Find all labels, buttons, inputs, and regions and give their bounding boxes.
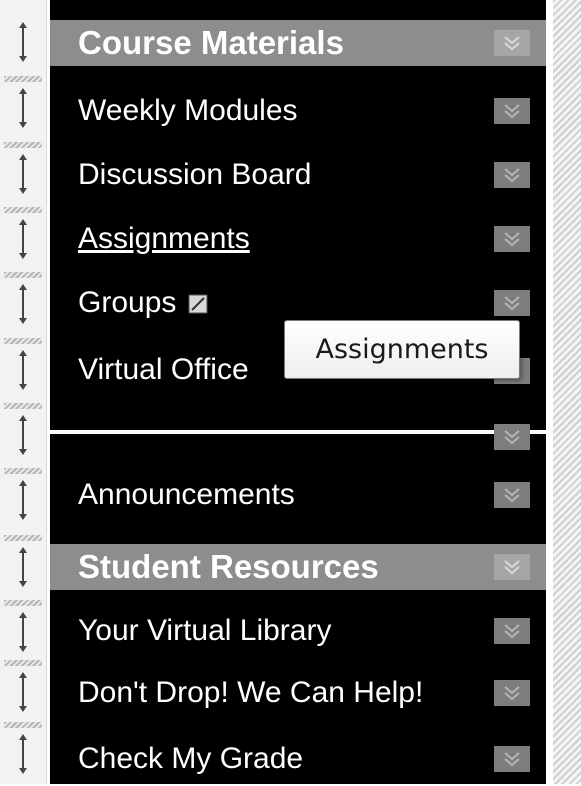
drag-handle-icon[interactable]	[4, 468, 42, 532]
menu-header-course-materials[interactable]: Course Materials	[50, 20, 546, 66]
drag-handle-icon[interactable]	[4, 207, 42, 271]
drag-handle-column	[0, 0, 47, 784]
chevron-down-icon[interactable]	[494, 98, 530, 124]
course-menu-panel: Course Materials Weekly Modules Discussi…	[0, 0, 581, 784]
menu-item-label: Weekly Modules	[78, 94, 298, 127]
chevron-down-icon[interactable]	[494, 482, 530, 508]
chevron-down-icon[interactable]	[494, 30, 530, 56]
menu-item-label-wrap: Groups	[78, 286, 208, 320]
menu-header-student-resources[interactable]: Student Resources	[50, 544, 546, 590]
drag-handle-icon[interactable]	[4, 660, 42, 724]
menu-header-label: Student Resources	[78, 548, 379, 585]
menu-item-label: Announcements	[78, 478, 295, 511]
menu-item-check-my-grade[interactable]: Check My Grade	[50, 734, 546, 784]
chevron-down-icon[interactable]	[494, 554, 530, 580]
drag-handle-icon[interactable]	[4, 722, 42, 786]
drag-handle-icon[interactable]	[4, 272, 42, 336]
chevron-down-icon[interactable]	[494, 290, 530, 316]
menu-item-announcements[interactable]: Announcements	[50, 470, 546, 520]
assignments-tooltip: Assignments	[284, 320, 520, 379]
drag-handle-icon[interactable]	[4, 10, 42, 74]
chevron-down-icon[interactable]	[494, 424, 530, 450]
menu-item-dont-drop[interactable]: Don't Drop! We Can Help!	[50, 668, 546, 718]
menu-item-label: Virtual Office	[78, 353, 249, 386]
chevron-down-icon[interactable]	[494, 618, 530, 644]
menu-item-your-virtual-library[interactable]: Your Virtual Library	[50, 606, 546, 656]
drag-handle-icon[interactable]	[4, 403, 42, 467]
menu-item-discussion-board[interactable]: Discussion Board	[50, 150, 546, 200]
drag-handle-icon[interactable]	[4, 142, 42, 206]
menu-divider	[50, 430, 546, 434]
drag-handle-icon[interactable]	[4, 600, 42, 664]
external-link-icon	[188, 288, 208, 314]
menu-item-label: Check My Grade	[78, 742, 304, 775]
chevron-down-icon[interactable]	[494, 680, 530, 706]
drag-handle-icon[interactable]	[4, 76, 42, 140]
menu-item-assignments[interactable]: Assignments	[50, 214, 546, 264]
menu-item-label: Your Virtual Library	[78, 614, 332, 647]
drag-handle-icon[interactable]	[4, 535, 42, 599]
menu-item-label: Don't Drop! We Can Help!	[78, 676, 424, 709]
menu-header-label: Course Materials	[78, 24, 344, 61]
menu-item-label: Assignments	[78, 222, 250, 255]
menu-item-label: Discussion Board	[78, 158, 312, 191]
chevron-down-icon[interactable]	[494, 162, 530, 188]
menu-item-weekly-modules[interactable]: Weekly Modules	[50, 86, 546, 136]
drag-handle-icon[interactable]	[4, 338, 42, 402]
menu-item-label: Groups	[78, 286, 177, 319]
panel-gap	[546, 0, 553, 784]
hatched-border	[553, 0, 581, 784]
chevron-down-icon[interactable]	[494, 746, 530, 772]
chevron-down-icon[interactable]	[494, 226, 530, 252]
